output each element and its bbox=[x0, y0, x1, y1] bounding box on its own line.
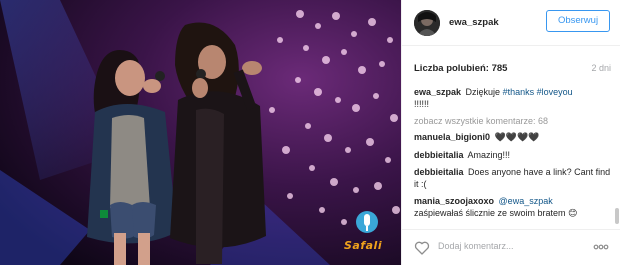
caption-username[interactable]: ewa_szpak bbox=[414, 87, 461, 97]
likes-count[interactable]: Liczba polubień: 785 bbox=[414, 63, 507, 74]
comment: mania_szoojaxoxo @ewa_szpak zaśpiewałaś … bbox=[414, 196, 614, 219]
view-all-comments-link[interactable]: zobacz wszystkie komentarze: 68 bbox=[414, 116, 614, 126]
comment-username[interactable]: manuela_bigioni0 bbox=[414, 132, 490, 142]
avatar-image bbox=[414, 10, 440, 36]
comment-text: zaśpiewałaś ślicznie ze swoim bratem 😊 bbox=[414, 207, 578, 218]
heart-outline-icon[interactable] bbox=[414, 240, 430, 256]
comment: debbieitalia Amazing!!! bbox=[414, 150, 614, 162]
username-link[interactable]: ewa_szpak bbox=[449, 17, 499, 28]
comment-text: 🖤🖤🖤🖤 bbox=[494, 132, 540, 142]
comment-username[interactable]: mania_szoojaxoxo bbox=[414, 196, 494, 206]
instagram-post: Safali ewa_szpak Obserwuj Liczba polubie… bbox=[0, 0, 620, 265]
hashtag-loveyou[interactable]: #loveyou bbox=[537, 87, 573, 97]
comment: manuela_bigioni0 🖤🖤🖤🖤 bbox=[414, 132, 614, 144]
caption-text: Dziękuje bbox=[465, 87, 503, 97]
comments-list: ewa_szpak Dziękuje #thanks #loveyou !!!!… bbox=[414, 87, 614, 225]
post-age[interactable]: 2 dni bbox=[591, 63, 611, 73]
post-sidebar: ewa_szpak Obserwuj Liczba polubień: 785 … bbox=[401, 0, 620, 265]
comment-username[interactable]: debbieitalia bbox=[414, 150, 464, 160]
comment-username[interactable]: debbieitalia bbox=[414, 167, 464, 177]
hashtag-thanks[interactable]: #thanks bbox=[503, 87, 535, 97]
comment: debbieitalia Does anyone have a link? Ca… bbox=[414, 167, 614, 190]
follow-button[interactable]: Obserwuj bbox=[546, 10, 610, 32]
comment-text: Amazing!!! bbox=[467, 149, 511, 160]
post-photo[interactable]: Safali bbox=[0, 0, 401, 265]
post-actions: Dodaj komentarz... bbox=[402, 229, 620, 265]
caption-suffix: !!!!!! bbox=[414, 98, 430, 109]
caption: ewa_szpak Dziękuje #thanks #loveyou !!!!… bbox=[414, 87, 614, 110]
avatar[interactable] bbox=[414, 10, 440, 36]
watermark-text: Safali bbox=[344, 239, 383, 252]
concert-photo-illustration bbox=[0, 0, 401, 265]
add-comment-input[interactable]: Dodaj komentarz... bbox=[438, 241, 514, 251]
comments-scrollbar[interactable] bbox=[615, 208, 619, 224]
comment-mention[interactable]: @ewa_szpak bbox=[499, 196, 553, 206]
ellipsis-icon[interactable] bbox=[593, 239, 609, 255]
post-header: ewa_szpak Obserwuj bbox=[402, 0, 620, 46]
